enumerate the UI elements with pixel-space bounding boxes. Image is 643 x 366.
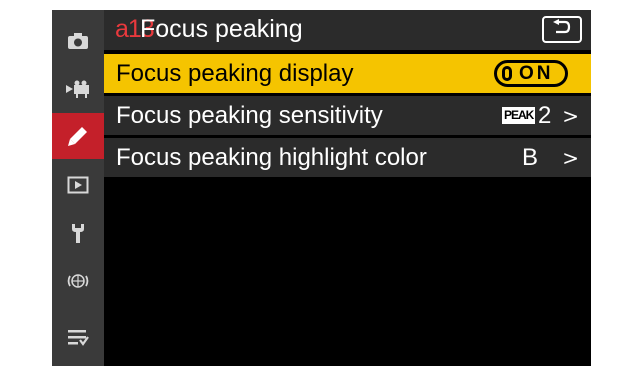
menu-sidebar: [52, 10, 104, 366]
tab-network[interactable]: [52, 258, 104, 304]
sensitivity-value: 2: [538, 102, 552, 129]
tab-setup[interactable]: [52, 210, 104, 256]
row-label: Focus peaking sensitivity: [116, 102, 383, 129]
peak-badge: PEAK: [502, 107, 536, 124]
row-label: Focus peaking display: [116, 60, 354, 87]
row-focus-peaking-sensitivity[interactable]: Focus peaking sensitivity PEAK 2 >: [104, 96, 591, 135]
camera-screen-frame: a13 Focus peaking Focus peaking display …: [0, 0, 643, 366]
highlight-color-value: B: [522, 144, 539, 171]
row-label: Focus peaking highlight color: [116, 144, 427, 171]
toggle-value: ON: [519, 62, 554, 84]
movie-camera-icon: [65, 80, 91, 98]
menu-header: a13 Focus peaking: [104, 10, 591, 50]
pencil-icon: [67, 125, 89, 147]
wrench-icon: [69, 222, 87, 244]
page-title: Focus peaking: [140, 15, 303, 43]
toggle-knob: [502, 66, 512, 81]
row-focus-peaking-display[interactable]: Focus peaking display ON: [104, 54, 591, 93]
tab-playback[interactable]: [52, 162, 104, 208]
row-focus-peaking-highlight-color[interactable]: Focus peaking highlight color B >: [104, 138, 591, 177]
menu-content: a13 Focus peaking Focus peaking display …: [104, 10, 591, 366]
tab-movie-shooting[interactable]: [52, 66, 104, 112]
tab-photo-shooting[interactable]: [52, 18, 104, 64]
tab-custom-settings[interactable]: [52, 113, 104, 159]
chevron-right-icon: >: [562, 104, 579, 128]
tab-my-menu[interactable]: [52, 314, 104, 360]
camera-menu-screen: a13 Focus peaking Focus peaking display …: [52, 10, 591, 366]
back-arrow-icon: [552, 19, 572, 40]
back-button[interactable]: [542, 16, 582, 43]
my-menu-icon: [67, 328, 89, 346]
camera-icon: [67, 32, 89, 50]
playback-icon: [67, 176, 89, 194]
chevron-right-icon: >: [562, 146, 579, 170]
on-off-toggle[interactable]: ON: [494, 60, 568, 87]
network-icon: [66, 269, 90, 293]
